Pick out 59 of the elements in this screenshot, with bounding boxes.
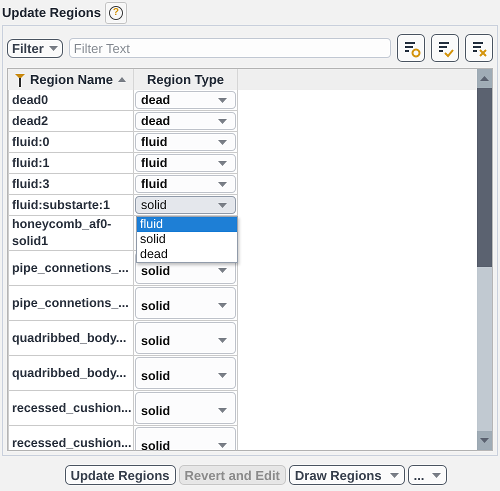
panel-title: Update Regions (2, 5, 101, 20)
caret-icon (432, 472, 442, 478)
filter-field[interactable]: Filter Text (68, 38, 391, 58)
sort-ascending-icon (118, 77, 126, 82)
caret-icon (218, 338, 227, 343)
column-header[interactable]: Region Name (8, 69, 134, 90)
filter-list-button[interactable] (397, 34, 425, 62)
dropdown-button[interactable]: Draw Regions (288, 465, 405, 485)
type-dropdown[interactable]: dead (135, 91, 236, 109)
table-cell: fluid:0 (8, 132, 134, 153)
dropdown-option[interactable]: fluid (137, 217, 237, 232)
table-cell: dead2 (8, 111, 134, 132)
table-cell: fluid:3 (8, 174, 134, 195)
table-cell: pipe_connetions_... (8, 286, 134, 321)
table-cell: fluid:substarte:1 (8, 195, 134, 216)
column-label: Region Name (30, 72, 114, 87)
action-button[interactable]: Update Regions (64, 465, 176, 485)
type-dropdown[interactable]: fluid (135, 133, 236, 151)
caret-icon (218, 268, 227, 273)
type-dropdown[interactable]: solid (135, 392, 236, 424)
clear-list-button[interactable] (465, 34, 493, 62)
table-cell: honeycomb_af0-solid1 (8, 216, 134, 251)
type-dropdown[interactable]: fluid (135, 154, 236, 172)
caret-icon (218, 373, 227, 378)
scroll-down-icon[interactable] (480, 438, 489, 443)
filter-icon (14, 72, 25, 86)
caret-icon (218, 202, 227, 208)
filter-menu[interactable]: Filter (7, 38, 63, 58)
table-cell: quadribbed_body... (8, 321, 134, 356)
caret-icon (218, 160, 227, 166)
caret-icon (218, 140, 227, 144)
type-dropdown[interactable]: solid (135, 287, 236, 319)
caret-icon (48, 46, 58, 50)
caret-icon (218, 98, 227, 102)
caret-icon (218, 303, 227, 308)
caret-icon (218, 118, 227, 124)
scroll-up-icon[interactable] (480, 76, 489, 81)
table-cell: pipe_connetions_... (8, 251, 134, 286)
table-cell: recessed_cushion... (8, 426, 134, 450)
caret-icon (218, 443, 227, 448)
table-cell: quadribbed_body... (8, 356, 134, 391)
scroll-thumb[interactable] (477, 88, 492, 267)
type-dropdown[interactable]: fluid (135, 175, 236, 193)
table-cell: fluid:1 (8, 153, 134, 174)
table-cell: recessed_cushion... (8, 391, 134, 426)
type-dropdown[interactable]: solid (135, 196, 236, 214)
check-list-button[interactable] (431, 34, 459, 62)
caret-icon (218, 182, 227, 186)
caret-icon (218, 408, 227, 413)
dropdown-option[interactable]: solid (137, 232, 237, 247)
caret-icon (390, 472, 399, 478)
type-dropdown[interactable]: solid (135, 357, 236, 389)
table-cell: dead0 (8, 90, 134, 111)
column-label: Region Type (146, 72, 224, 87)
type-dropdown[interactable]: dead (135, 112, 236, 130)
dropdown-button[interactable]: ... (408, 465, 448, 485)
column-header[interactable]: Region Type (134, 69, 238, 90)
type-dropdown[interactable]: solid (135, 322, 236, 354)
type-dropdown[interactable]: solid (135, 427, 236, 450)
